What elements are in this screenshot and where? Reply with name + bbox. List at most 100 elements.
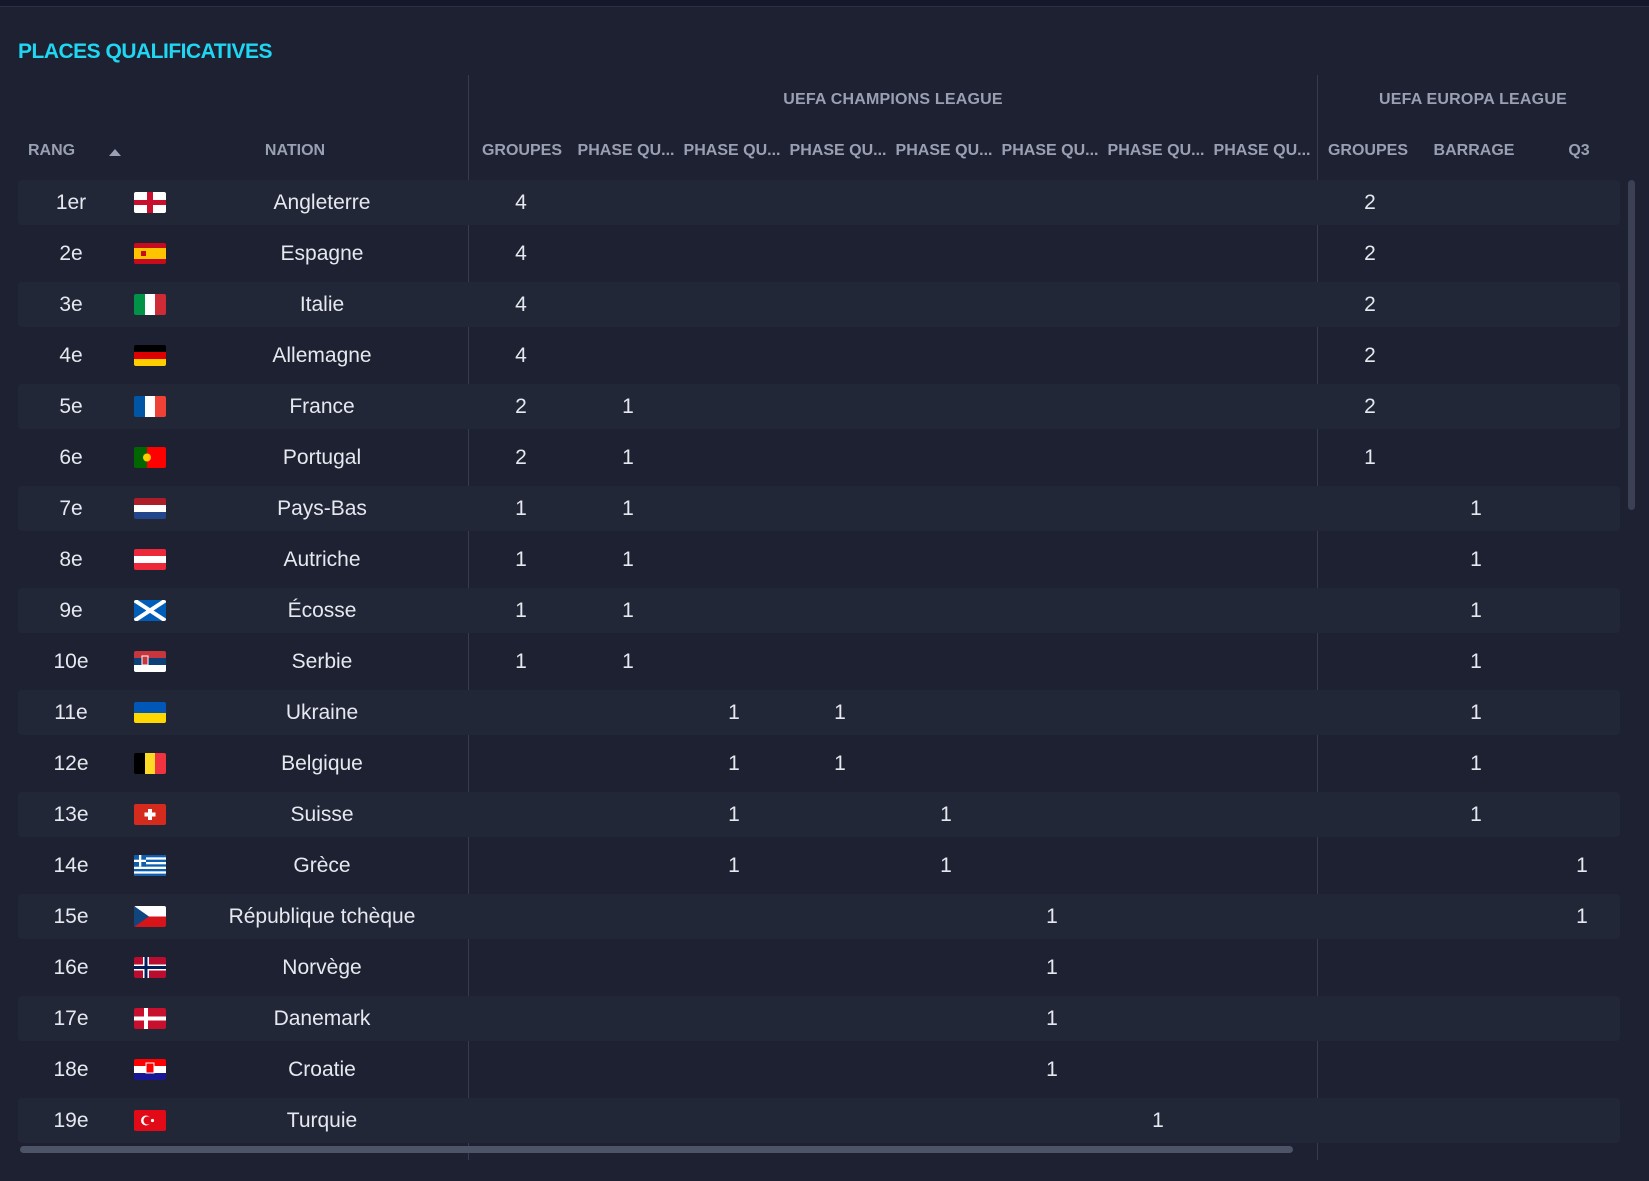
cell-ucl-q3: [790, 384, 890, 429]
table-row[interactable]: 16e Norvège 1: [18, 945, 1620, 990]
table-row[interactable]: 13e Suisse 1 1 1: [18, 792, 1620, 837]
table-row[interactable]: 6e Portugal 2 1 1: [18, 435, 1620, 480]
flag-serbia-icon: [134, 651, 166, 672]
flag-germany-icon: [134, 345, 166, 366]
cell-nation[interactable]: République tchèque: [172, 894, 472, 939]
column-header-ucl-q7[interactable]: PHASE QU...: [1210, 142, 1314, 160]
column-header-ucl-q1[interactable]: PHASE QU...: [574, 142, 678, 160]
table-row[interactable]: 7e Pays-Bas 1 1 1: [18, 486, 1620, 531]
cell-nation[interactable]: Italie: [172, 282, 472, 327]
flag-france-icon: [134, 396, 166, 417]
cell-nation[interactable]: Serbie: [172, 639, 472, 684]
cell-ucl-q2: [684, 486, 784, 531]
table-row[interactable]: 12e Belgique 1 1 1: [18, 741, 1620, 786]
cell-ucl-q1: [578, 333, 678, 378]
cell-ucl-q5: [1002, 1098, 1102, 1143]
cell-ucl-q5: 1: [1046, 1058, 1058, 1081]
cell-ucl-q6: [1108, 843, 1208, 888]
cell-uel-groups: [1320, 843, 1420, 888]
column-header-nation[interactable]: NATION: [220, 142, 370, 160]
cell-nation[interactable]: Suisse: [172, 792, 472, 837]
table-row[interactable]: 5e France 2 1 2: [18, 384, 1620, 429]
cell-uel-groups: [1320, 996, 1420, 1041]
cell-ucl-q7: [1212, 588, 1312, 633]
cell-nation[interactable]: France: [172, 384, 472, 429]
table-row[interactable]: 8e Autriche 1 1 1: [18, 537, 1620, 582]
cell-ucl-q5: 1: [1046, 905, 1058, 928]
column-header-uel-q3[interactable]: Q3: [1544, 142, 1614, 160]
column-header-uel-groups[interactable]: GROUPES: [1318, 142, 1418, 160]
cell-uel-q3: [1542, 435, 1622, 480]
table-row[interactable]: 10e Serbie 1 1 1: [18, 639, 1620, 684]
vertical-scrollbar[interactable]: [1628, 180, 1635, 510]
column-header-ucl-q2[interactable]: PHASE QU...: [680, 142, 784, 160]
cell-ucl-q5: [1002, 333, 1102, 378]
flag-austria-icon: [134, 549, 166, 570]
table-row[interactable]: 3e Italie 4 2: [18, 282, 1620, 327]
cell-ucl-q6: [1108, 231, 1208, 276]
cell-nation[interactable]: Turquie: [172, 1098, 472, 1143]
cell-ucl-q5: [1002, 231, 1102, 276]
cell-ucl-q3: [790, 588, 890, 633]
cell-nation[interactable]: Croatie: [172, 1047, 472, 1092]
sort-ascending-icon[interactable]: [109, 149, 121, 156]
column-header-uel-barrage[interactable]: BARRAGE: [1424, 142, 1524, 160]
cell-ucl-q1: [578, 792, 678, 837]
cell-uel-q3: [1542, 690, 1622, 735]
flag-norway-icon: [134, 957, 166, 978]
table-row[interactable]: 4e Allemagne 4 2: [18, 333, 1620, 378]
cell-nation[interactable]: Belgique: [172, 741, 472, 786]
table-row[interactable]: 17e Danemark 1: [18, 996, 1620, 1041]
cell-ucl-q4: [896, 639, 996, 684]
cell-ucl-q1: [578, 1098, 678, 1143]
cell-rank: 5e: [59, 395, 83, 418]
column-header-ucl-q4[interactable]: PHASE QU...: [892, 142, 996, 160]
cell-ucl-q2: [684, 384, 784, 429]
cell-nation[interactable]: Pays-Bas: [172, 486, 472, 531]
cell-uel-barrage: [1426, 282, 1526, 327]
cell-rank: 11e: [54, 701, 88, 724]
table-row[interactable]: 18e Croatie 1: [18, 1047, 1620, 1092]
column-header-ucl-q6[interactable]: PHASE QU...: [1104, 142, 1208, 160]
table-row[interactable]: 19e Turquie 1: [18, 1098, 1620, 1143]
cell-nation[interactable]: Danemark: [172, 996, 472, 1041]
cell-nation[interactable]: Ukraine: [172, 690, 472, 735]
cell-uel-groups: [1320, 1098, 1420, 1143]
column-header-ucl-q5[interactable]: PHASE QU...: [998, 142, 1102, 160]
table-row[interactable]: 1er Angleterre 4 2: [18, 180, 1620, 225]
table-row[interactable]: 9e Écosse 1 1 1: [18, 588, 1620, 633]
group-header-ucl: UEFA CHAMPIONS LEAGUE: [783, 91, 1003, 108]
column-header-rank[interactable]: RANG: [28, 142, 88, 160]
cell-ucl-q7: [1212, 180, 1312, 225]
cell-rank: 10e: [53, 650, 89, 673]
cell-ucl-q6: [1108, 435, 1208, 480]
cell-ucl-q3: [790, 996, 890, 1041]
column-header-ucl-groups[interactable]: GROUPES: [472, 142, 572, 160]
cell-ucl-q1: 1: [622, 497, 634, 520]
cell-uel-barrage: [1426, 1098, 1526, 1143]
cell-nation[interactable]: Grèce: [172, 843, 472, 888]
cell-uel-q3: [1542, 1098, 1622, 1143]
table-row[interactable]: 2e Espagne 4 2: [18, 231, 1620, 276]
cell-nation[interactable]: Allemagne: [172, 333, 472, 378]
cell-ucl-groups: 1: [515, 548, 527, 571]
cell-nation[interactable]: Norvège: [172, 945, 472, 990]
cell-nation[interactable]: Portugal: [172, 435, 472, 480]
column-header-ucl-q3[interactable]: PHASE QU...: [786, 142, 890, 160]
cell-nation[interactable]: Écosse: [172, 588, 472, 633]
cell-ucl-q5: 1: [1046, 956, 1058, 979]
flag-croatia-icon: [134, 1059, 166, 1080]
table-row[interactable]: 14e Grèce 1 1 1: [18, 843, 1620, 888]
cell-ucl-q2: 1: [728, 701, 740, 724]
cell-nation[interactable]: Angleterre: [172, 180, 472, 225]
cell-rank: 6e: [59, 446, 83, 469]
cell-nation[interactable]: Autriche: [172, 537, 472, 582]
cell-ucl-q7: [1212, 996, 1312, 1041]
table-row[interactable]: 15e République tchèque 1 1: [18, 894, 1620, 939]
table-row[interactable]: 11e Ukraine 1 1 1: [18, 690, 1620, 735]
cell-ucl-q1: [578, 690, 678, 735]
horizontal-scrollbar[interactable]: [20, 1146, 1293, 1153]
cell-nation[interactable]: Espagne: [172, 231, 472, 276]
cell-ucl-q1: [578, 996, 678, 1041]
cell-rank: 2e: [59, 242, 83, 265]
